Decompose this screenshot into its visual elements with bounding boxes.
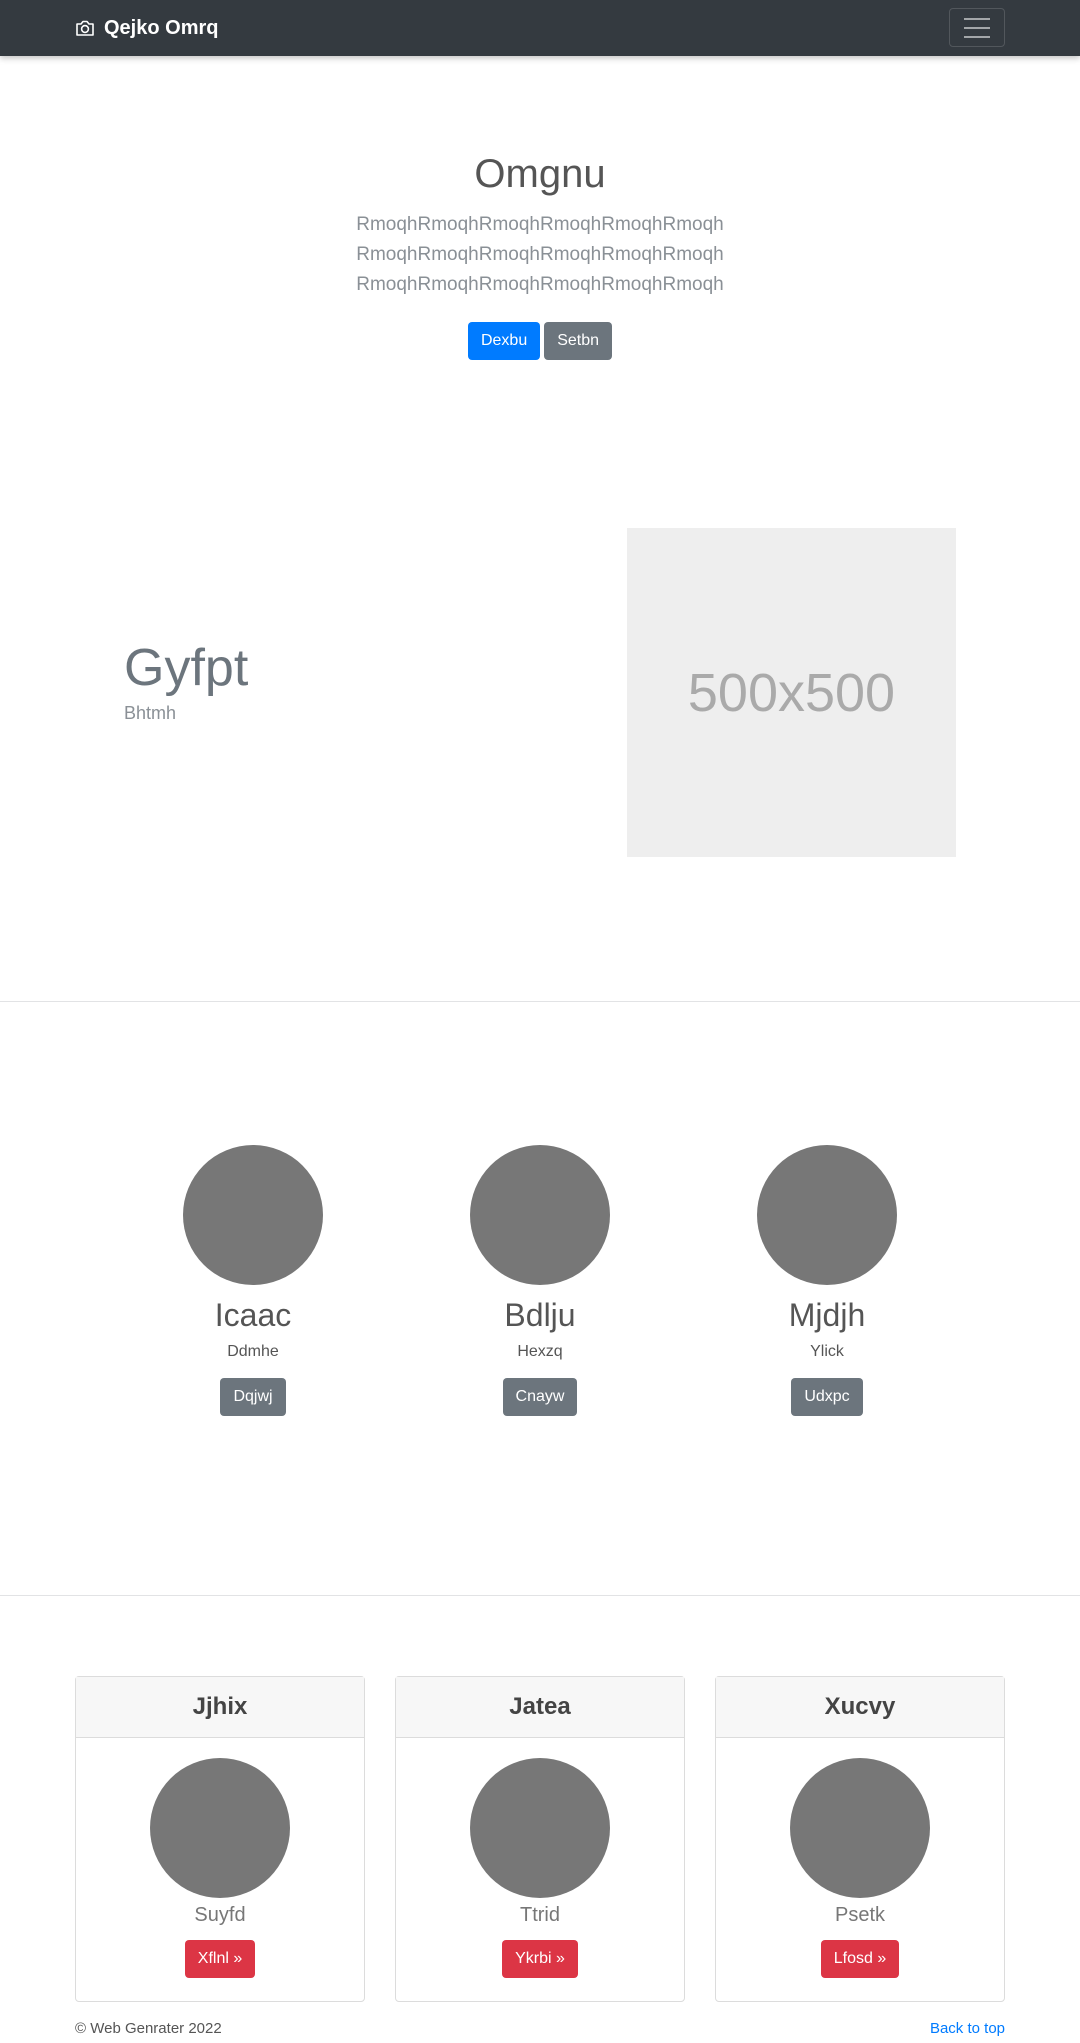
- circle-image: [470, 1145, 610, 1285]
- circle-image: [150, 1758, 290, 1898]
- circle-image: [470, 1758, 610, 1898]
- camera-icon: [75, 19, 95, 37]
- hero-lead: RmoqhRmoqhRmoqhRmoqhRmoqhRmoqh RmoqhRmoq…: [0, 210, 1080, 300]
- card-header: Xucvy: [716, 1677, 1004, 1738]
- card: Jatea Ttrid Ykrbi »: [395, 1676, 685, 2002]
- hero-secondary-button[interactable]: Setbn: [544, 322, 613, 360]
- column-name: Bdlju: [504, 1297, 576, 1333]
- hero-lead-line: RmoqhRmoqhRmoqhRmoqhRmoqhRmoqh: [356, 274, 724, 295]
- column-button[interactable]: Dqjwj: [220, 1378, 286, 1416]
- hero-lead-line: RmoqhRmoqhRmoqhRmoqhRmoqhRmoqh: [356, 244, 724, 265]
- column-button[interactable]: Udxpc: [791, 1378, 863, 1416]
- brand-link[interactable]: Qejko Omrq: [75, 14, 218, 42]
- circle-image: [757, 1145, 897, 1285]
- card: Xucvy Psetk Lfosd »: [715, 1676, 1005, 2002]
- divider: [0, 1001, 1080, 1002]
- divider: [0, 1595, 1080, 1596]
- footer-copyright: © Web Genrater 2022: [75, 2020, 222, 2037]
- card: Jjhix Suyfd Xflnl »: [75, 1676, 365, 2002]
- column-name: Icaac: [214, 1297, 292, 1333]
- column-item: Icaac Ddmhe Dqjwj: [133, 1145, 373, 1416]
- column-button[interactable]: Cnayw: [502, 1378, 578, 1416]
- hero-primary-button[interactable]: Dexbu: [467, 322, 541, 360]
- card-button[interactable]: Lfosd »: [820, 1940, 900, 1978]
- circle-image: [183, 1145, 323, 1285]
- column-item: Bdlju Hexzq Cnayw: [420, 1145, 660, 1416]
- hero-title: Omgnu: [474, 152, 606, 196]
- feature-subheading: Bhtmh: [124, 703, 177, 723]
- hero-lead-line: RmoqhRmoqhRmoqhRmoqhRmoqhRmoqh: [356, 214, 724, 235]
- brand-label: Qejko Omrq: [104, 16, 219, 39]
- column-desc: Ddmhe: [227, 1343, 279, 1360]
- card-button[interactable]: Ykrbi »: [502, 1940, 578, 1978]
- card-subtitle: Suyfd: [194, 1904, 246, 1926]
- card-subtitle: Ttrid: [520, 1904, 560, 1926]
- hamburger-icon: [964, 17, 990, 20]
- column-desc: Ylick: [810, 1343, 844, 1360]
- card-subtitle: Psetk: [834, 1904, 886, 1926]
- navbar: Qejko Omrq: [0, 0, 1080, 56]
- card-button[interactable]: Xflnl »: [184, 1940, 256, 1978]
- card-header: Jatea: [396, 1677, 684, 1738]
- hero-buttons: Dexbu Setbn: [0, 322, 1080, 360]
- feature-heading: Gyfpt: [124, 639, 249, 697]
- placeholder-label: 500x500: [687, 662, 896, 723]
- column-name: Mjdjh: [788, 1297, 866, 1333]
- column-item: Mjdjh Ylick Udxpc: [707, 1145, 947, 1416]
- card-header: Jjhix: [76, 1677, 364, 1738]
- column-desc: Hexzq: [517, 1343, 563, 1360]
- circle-image: [790, 1758, 930, 1898]
- back-to-top-link[interactable]: Back to top: [930, 2020, 1005, 2037]
- navbar-toggler-button[interactable]: [949, 8, 1005, 47]
- placeholder-image: 500x500: [627, 528, 956, 857]
